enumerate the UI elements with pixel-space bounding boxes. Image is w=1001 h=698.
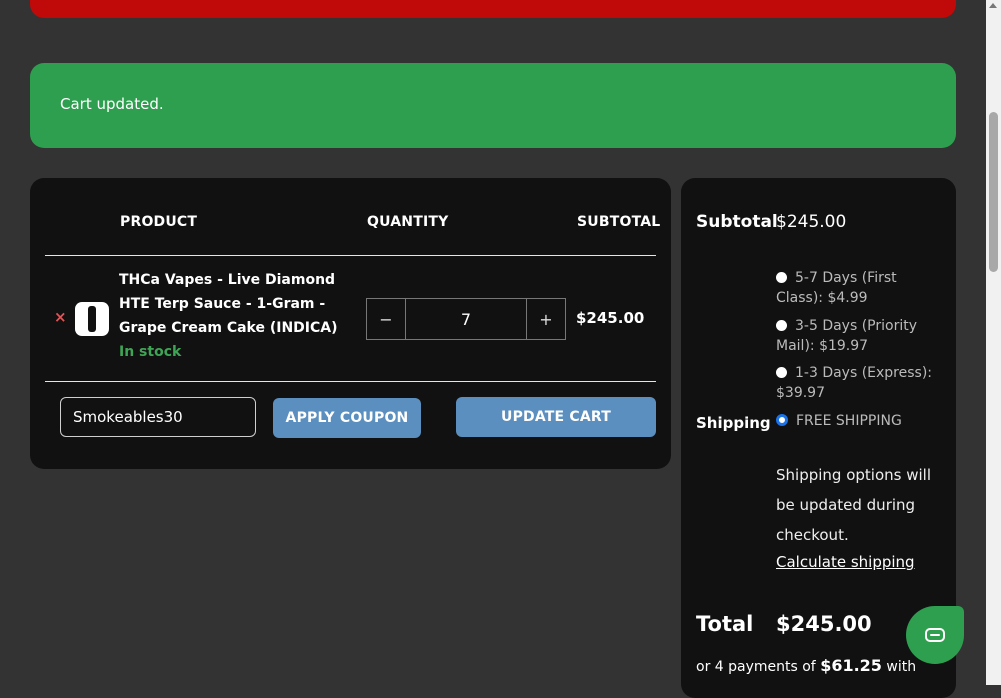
product-thumbnail[interactable]	[75, 302, 109, 336]
quantity-header: QUANTITY	[367, 214, 449, 230]
quantity-stepper: − 7 +	[366, 298, 566, 340]
installments-prefix: or 4 payments of	[696, 659, 816, 675]
radio-button[interactable]	[776, 272, 787, 283]
line-subtotal: $245.00	[576, 309, 645, 327]
vape-pen-image	[88, 306, 96, 332]
scroll-up-icon[interactable]	[989, 3, 997, 8]
increase-quantity-button[interactable]: +	[526, 299, 565, 339]
subtotal-label: Subtotal	[696, 212, 778, 232]
subtotal-header: SUBTOTAL	[577, 214, 661, 230]
shipping-option-label: 5-7 Days (First Class): $4.99	[776, 270, 897, 306]
stock-status: In stock	[119, 344, 182, 360]
radio-button[interactable]	[776, 320, 787, 331]
error-banner	[30, 0, 956, 18]
shipping-option-label: 3-5 Days (Priority Mail): $19.97	[776, 318, 917, 354]
cart-updated-notice: Cart updated.	[30, 63, 956, 148]
apply-coupon-button[interactable]: APPLY COUPON	[273, 398, 421, 438]
page-scrollbar[interactable]	[986, 0, 1001, 685]
decrease-quantity-button[interactable]: −	[367, 299, 406, 339]
product-name-link[interactable]: THCa Vapes - Live Diamond HTE Terp Sauce…	[119, 268, 364, 340]
shipping-option-express[interactable]: 1-3 Days (Express): $39.97	[776, 363, 941, 403]
product-header: PRODUCT	[120, 214, 198, 230]
notice-text: Cart updated.	[60, 95, 164, 113]
shipping-label: Shipping	[696, 414, 771, 432]
coupon-code-input[interactable]	[60, 397, 256, 437]
scrollbar-thumb[interactable]	[989, 112, 998, 272]
cart-table: PRODUCT QUANTITY SUBTOTAL × THCa Vapes -…	[30, 178, 671, 469]
shipping-note: Shipping options will be updated during …	[776, 466, 931, 544]
quantity-input[interactable]: 7	[406, 299, 526, 339]
total-label: Total	[696, 612, 754, 636]
update-cart-button[interactable]: UPDATE CART	[456, 397, 656, 437]
chat-button[interactable]	[906, 606, 964, 664]
divider	[45, 381, 656, 382]
radio-button[interactable]	[776, 367, 787, 378]
installments-amount: $61.25	[820, 656, 882, 675]
shipping-option-first-class[interactable]: 5-7 Days (First Class): $4.99	[776, 268, 941, 308]
total-value: $245.00	[776, 612, 872, 636]
shipping-option-label: 1-3 Days (Express): $39.97	[776, 365, 933, 401]
calculate-shipping-link[interactable]: Calculate shipping	[776, 553, 915, 571]
divider	[45, 255, 656, 256]
subtotal-value: $245.00	[776, 212, 847, 232]
shipping-option-priority[interactable]: 3-5 Days (Priority Mail): $19.97	[776, 316, 941, 356]
chat-icon	[925, 628, 945, 642]
installments-suffix: with	[886, 659, 917, 675]
remove-item-icon[interactable]: ×	[54, 308, 67, 326]
shipping-option-free[interactable]: FREE SHIPPING	[776, 411, 941, 431]
shipping-option-label: FREE SHIPPING	[796, 413, 902, 429]
installments-message: or 4 payments of $61.25 with	[696, 656, 916, 675]
radio-button-selected[interactable]	[776, 414, 788, 426]
